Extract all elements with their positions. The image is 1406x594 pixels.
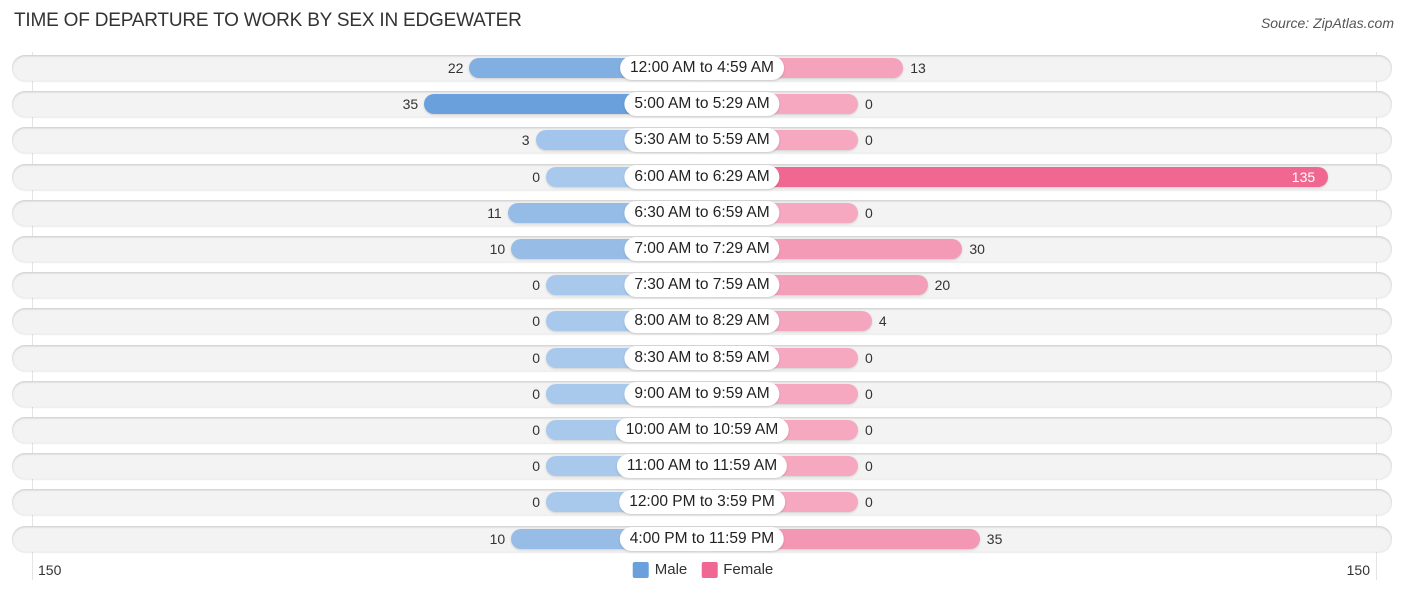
- value-label-male: 3: [521, 132, 530, 149]
- value-label-male: 0: [532, 277, 540, 294]
- value-label-male: 0: [532, 349, 540, 366]
- chart-area: 22 13 12:00 AM to 4:59 AM 35 0 5:00 AM to 5:2…: [0, 0, 1406, 594]
- value-label-male: 0: [532, 313, 540, 330]
- value-label-female: 0: [865, 494, 873, 511]
- legend-swatch-male: [632, 561, 649, 578]
- value-label-female: 0: [865, 96, 873, 113]
- category-label: 10:00 AM to 10:59 AM: [615, 418, 789, 442]
- legend: Male Female: [632, 561, 773, 578]
- value-label-male: 22: [447, 60, 464, 76]
- category-label: 5:30 AM to 5:59 AM: [624, 128, 780, 153]
- legend-label-female: Female: [723, 561, 774, 578]
- axis-label-left: 150: [38, 562, 62, 578]
- value-label-female: 0: [865, 422, 873, 438]
- value-label-male: 0: [532, 422, 540, 438]
- category-label: 4:00 PM to 11:59 PM: [619, 526, 785, 551]
- category-label: 12:00 AM to 4:59 AM: [620, 56, 784, 80]
- category-label: 7:00 AM to 7:29 AM: [624, 237, 780, 261]
- category-label: 12:00 PM to 3:59 PM: [619, 490, 785, 515]
- legend-swatch-female: [701, 561, 718, 578]
- value-label-female: 35: [986, 530, 1003, 547]
- category-label: 9:00 AM to 9:59 AM: [624, 381, 780, 406]
- value-label-female: 0: [865, 349, 873, 366]
- category-label: 8:00 AM to 8:29 AM: [624, 309, 780, 334]
- category-label: 5:00 AM to 5:29 AM: [624, 92, 780, 117]
- legend-item-male[interactable]: Male: [632, 561, 688, 578]
- category-label: 6:30 AM to 6:59 AM: [624, 200, 780, 225]
- value-label-female: 0: [865, 132, 873, 149]
- category-label: 7:30 AM to 7:59 AM: [624, 273, 780, 298]
- category-label: 8:30 AM to 8:59 AM: [624, 345, 780, 370]
- value-label-male: 10: [489, 241, 506, 257]
- value-label-female: 0: [865, 204, 873, 221]
- value-label-male: 10: [489, 530, 506, 547]
- category-label: 11:00 AM to 11:59 AM: [616, 454, 788, 479]
- legend-label-male: Male: [654, 561, 688, 578]
- value-label-female: 20: [934, 277, 951, 294]
- value-label-male: 0: [532, 458, 540, 475]
- value-label-female: 0: [865, 458, 873, 475]
- legend-item-female[interactable]: Female: [701, 561, 773, 578]
- value-label-male: 0: [532, 168, 540, 185]
- value-label-male: 0: [532, 494, 540, 511]
- value-label-female: 13: [910, 60, 926, 76]
- value-label-male: 0: [532, 385, 540, 402]
- bar-female[interactable]: [702, 166, 1328, 187]
- value-label-female: 0: [865, 385, 873, 402]
- value-label-male: 35: [402, 96, 419, 113]
- value-label-female: 135: [1291, 168, 1316, 185]
- category-label: 6:00 AM to 6:29 AM: [624, 164, 780, 189]
- value-label-female: 4: [878, 313, 887, 330]
- value-label-male: 11: [487, 204, 502, 221]
- value-label-female: 30: [969, 241, 985, 257]
- axis-label-right: 150: [1346, 562, 1370, 578]
